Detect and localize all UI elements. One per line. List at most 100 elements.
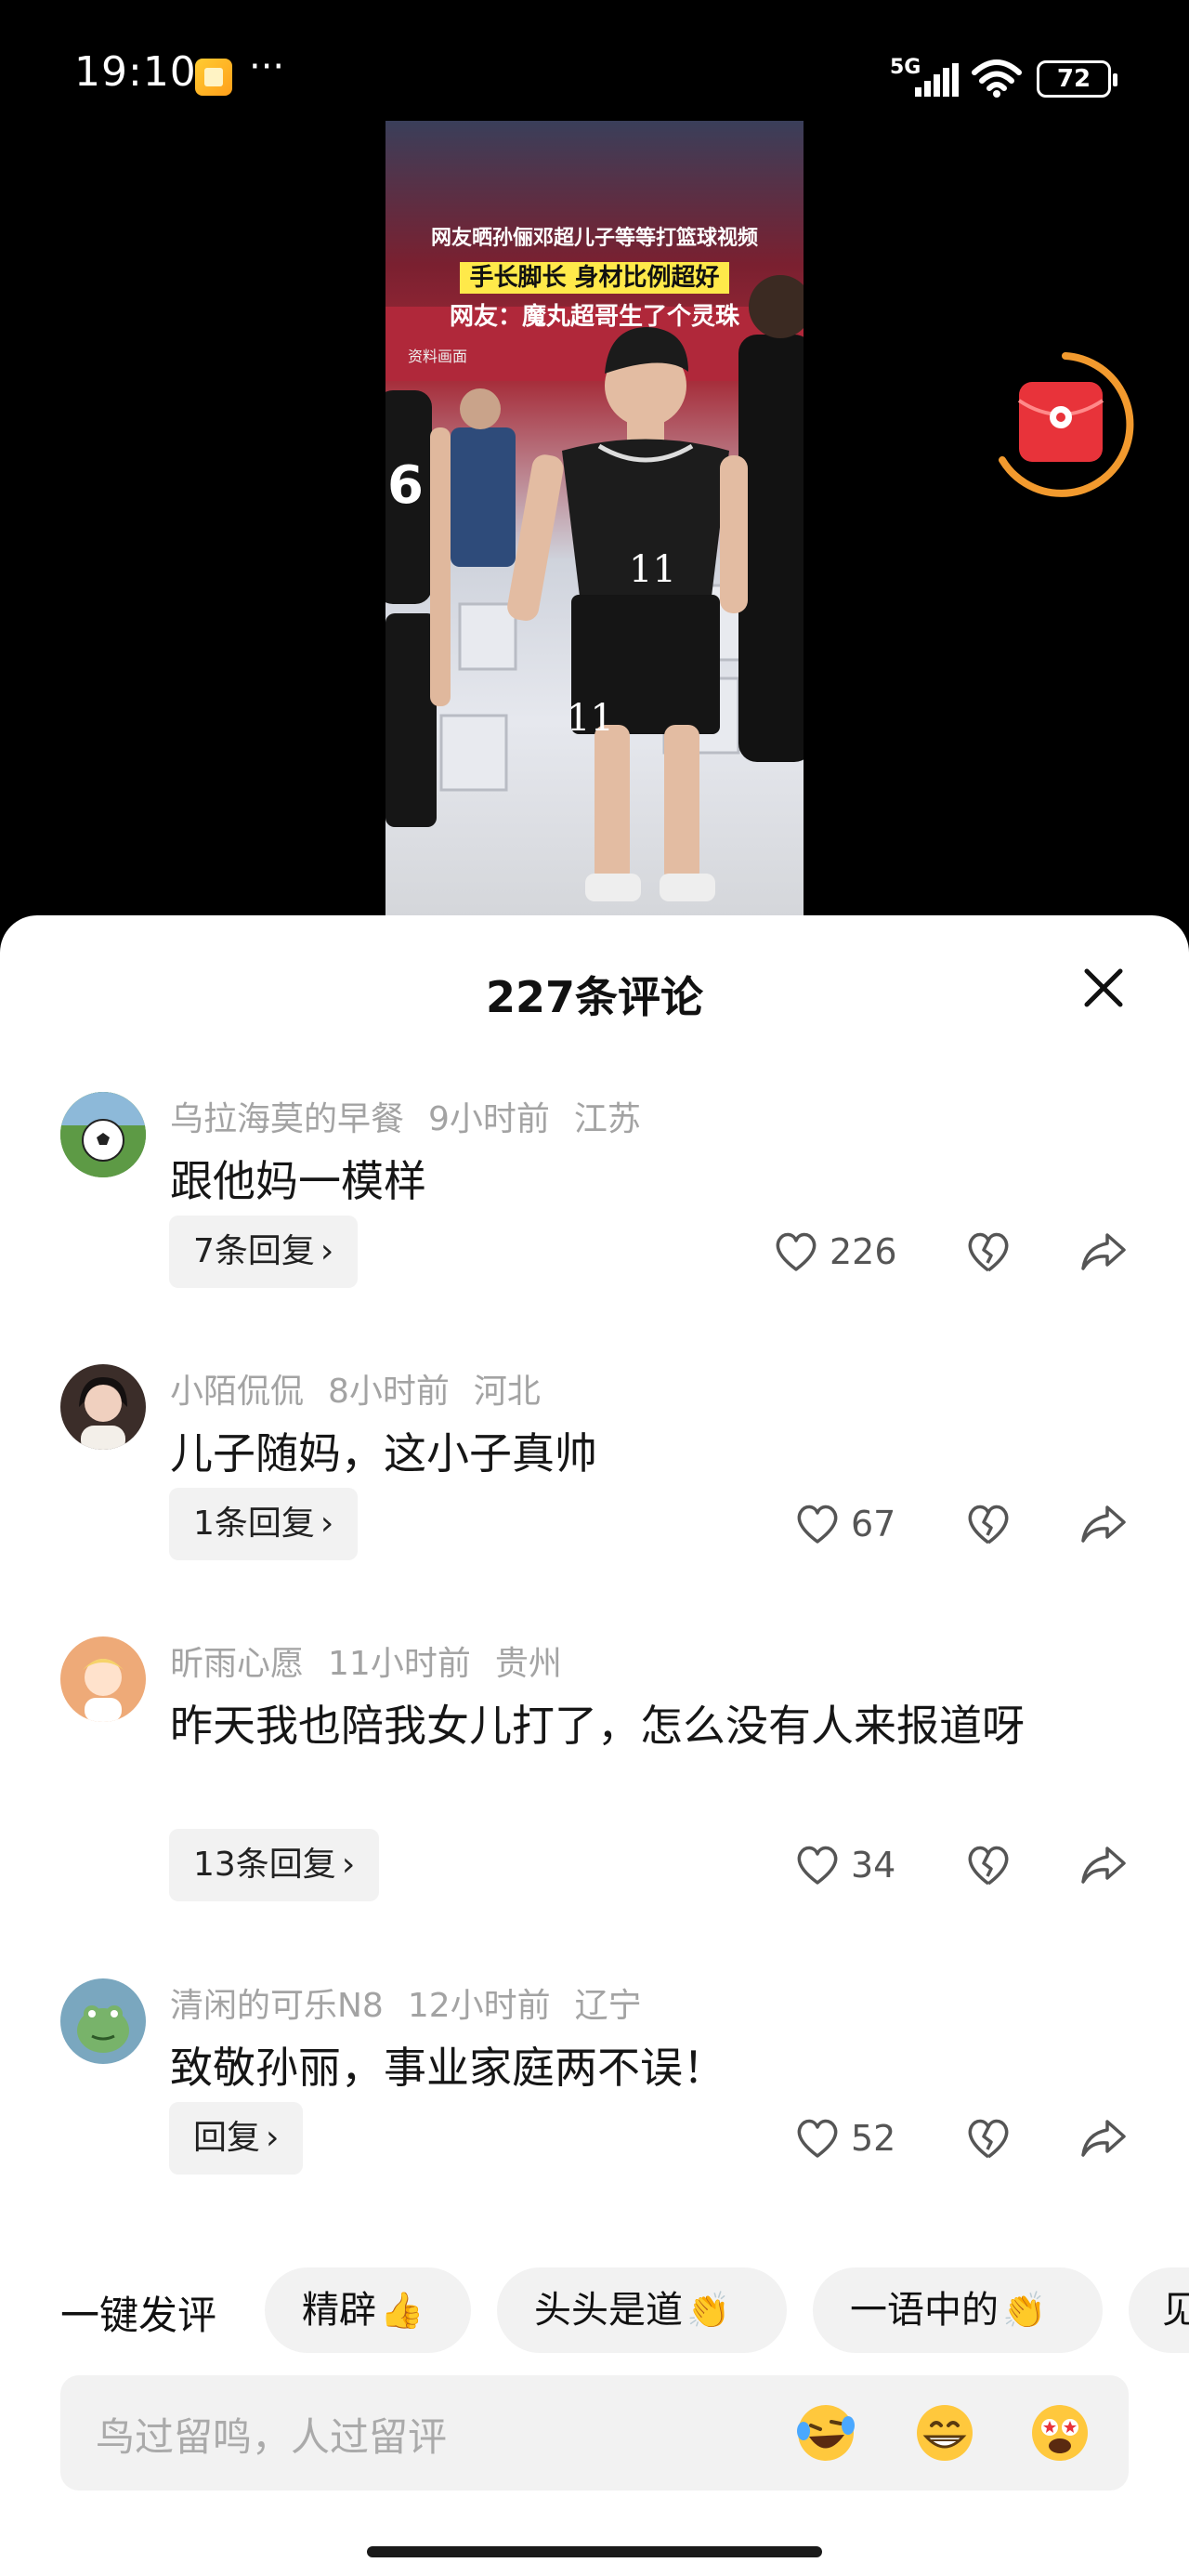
thumbs-up-icon: 👍 [380, 2290, 425, 2331]
comment-username[interactable]: 清闲的可乐N8 [170, 1987, 384, 2025]
video-player[interactable]: 网友晒孙俪邓超儿子等等打篮球视频 手长脚长 身材比例超好 网友：魔丸超哥生了个灵… [385, 121, 804, 920]
comment-time: 9小时前 [428, 1100, 550, 1138]
comment-time: 11小时前 [328, 1645, 471, 1683]
chip-text: 精辟 [302, 2289, 376, 2332]
comment-text[interactable]: 儿子随妈，这小子真帅 [170, 1418, 1108, 1489]
comment-username[interactable]: 小陌侃侃 [170, 1373, 304, 1411]
home-indicator[interactable] [367, 2546, 822, 2557]
share-icon[interactable] [1079, 1228, 1128, 1276]
heart-icon [797, 1505, 838, 1544]
comment-time: 12小时前 [407, 1987, 551, 2025]
heart-icon [797, 1846, 838, 1885]
comment-text[interactable]: 跟他妈一模样 [170, 1146, 1108, 1216]
heart-icon [797, 2119, 838, 2158]
replies-label: 回复 [193, 2119, 261, 2157]
battery-indicator: 72 [1037, 60, 1117, 98]
video-caption-line3: 网友：魔丸超哥生了个灵珠 [449, 303, 739, 331]
share-icon[interactable] [1079, 1500, 1128, 1548]
like-count: 226 [830, 1231, 897, 1272]
chevron-right-icon: › [320, 1232, 334, 1270]
jersey-number-center: 11 [629, 548, 676, 591]
avatar[interactable] [60, 1978, 146, 2064]
comments-count-title: 227条评论 [485, 972, 704, 1022]
comment-username[interactable]: 昕雨心愿 [170, 1645, 304, 1683]
chip-text: 头头是道 [534, 2289, 683, 2332]
star-eyes-emoji-icon[interactable] [1026, 2399, 1093, 2466]
notes-app-icon [195, 59, 232, 96]
wifi-icon [972, 59, 1022, 98]
comment-item: 小陌侃侃 8小时前 河北 儿子随妈，这小子真帅 1条回复 › 67 [0, 1364, 1189, 1615]
like-count: 52 [851, 2118, 896, 2159]
comment-time: 8小时前 [328, 1373, 450, 1411]
chip-text: 见 [1162, 2289, 1189, 2332]
comment-meta: 小陌侃侃 8小时前 河北 [170, 1364, 565, 1413]
clapping-hands-icon: 👏 [1002, 2290, 1047, 2331]
quick-reply-chip[interactable]: 见 [1129, 2267, 1189, 2353]
broken-heart-icon[interactable] [964, 1841, 1013, 1889]
view-replies-button[interactable]: 1条回复 › [169, 1488, 359, 1560]
soccer-ball-avatar-icon [60, 1092, 146, 1177]
quick-reply-chip[interactable]: 精辟 👍 [265, 2267, 471, 2353]
like-count: 34 [851, 1845, 896, 1886]
jersey-number-shorts: 11 [567, 697, 614, 740]
replies-label: 1条回复 [193, 1505, 315, 1543]
like-button[interactable]: 67 [795, 1496, 895, 1552]
chevron-right-icon: › [341, 1846, 356, 1884]
status-time: 19:10 [74, 48, 197, 96]
red-packet-icon[interactable] [989, 348, 1143, 502]
comment-item: 昕雨心愿 11小时前 贵州 昨天我也陪我女儿打了，怎么没有人来报道呀 13条回复 › … [0, 1636, 1189, 1952]
comment-meta: 乌拉海莫的早餐 9小时前 江苏 [170, 1092, 665, 1140]
comment-item: 乌拉海莫的早餐 9小时前 江苏 跟他妈一模样 7条回复 › 226 [0, 1092, 1189, 1343]
broken-heart-icon[interactable] [964, 1228, 1013, 1276]
broken-heart-icon[interactable] [964, 2114, 1013, 2162]
comment-meta: 昕雨心愿 11小时前 贵州 [170, 1636, 586, 1685]
share-icon[interactable] [1079, 1841, 1128, 1889]
comment-input-placeholder: 鸟过留鸣，人过留评 [96, 2414, 448, 2460]
like-button[interactable]: 52 [795, 2110, 895, 2166]
chevron-right-icon: › [266, 2119, 280, 2157]
share-icon[interactable] [1079, 2114, 1128, 2162]
quick-reply-label: 一键发评 [60, 2293, 217, 2338]
comment-meta: 清闲的可乐N8 12小时前 辽宁 [170, 1978, 666, 2027]
view-replies-button[interactable]: 7条回复 › [169, 1216, 359, 1288]
like-button[interactable]: 226 [774, 1224, 897, 1280]
frog-avatar-icon [60, 1978, 146, 2064]
video-caption-line2-text: 手长脚长 身材比例超好 [460, 262, 729, 294]
chevron-right-icon: › [320, 1505, 334, 1543]
avatar[interactable] [60, 1636, 146, 1722]
heart-icon [776, 1232, 817, 1271]
chip-text: 一语中的 [850, 2289, 999, 2332]
laugh-cry-emoji-icon[interactable] [792, 2399, 859, 2466]
comment-item: 清闲的可乐N8 12小时前 辽宁 致敬孙丽，事业家庭两不误！ 回复 › 52 [0, 1978, 1189, 2239]
video-source-tag: 资料画面 [408, 348, 468, 365]
clapping-hands-icon: 👏 [686, 2290, 731, 2331]
reply-button[interactable]: 回复 › [169, 2102, 304, 2175]
quick-reply-chip[interactable]: 一语中的 👏 [813, 2267, 1103, 2353]
comment-location: 河北 [473, 1373, 541, 1411]
broken-heart-icon[interactable] [964, 1500, 1013, 1548]
comment-location: 辽宁 [574, 1987, 642, 2025]
replies-label: 13条回复 [193, 1846, 336, 1884]
quick-reply-chip[interactable]: 头头是道 👏 [497, 2267, 787, 2353]
video-caption-line2: 手长脚长 身材比例超好 [385, 258, 804, 294]
comment-text[interactable]: 昨天我也陪我女儿打了，怎么没有人来报道呀 [170, 1690, 1108, 1761]
comment-input[interactable]: 鸟过留鸣，人过留评 [60, 2375, 1129, 2491]
avatar[interactable] [60, 1092, 146, 1177]
close-icon[interactable] [1078, 962, 1130, 1014]
like-button[interactable]: 34 [795, 1837, 895, 1893]
woman-portrait-avatar-icon [60, 1364, 146, 1450]
comment-location: 江苏 [573, 1100, 641, 1138]
cartoon-girl-avatar-icon [60, 1636, 146, 1722]
video-caption-line1: 网友晒孙俪邓超儿子等等打篮球视频 [430, 226, 758, 250]
quick-reply-bar: 一键发评 精辟 👍 头头是道 👏 一语中的 👏 见 [0, 2267, 1189, 2353]
avatar[interactable] [60, 1364, 146, 1450]
comment-location: 贵州 [494, 1645, 562, 1683]
view-replies-button[interactable]: 13条回复 › [169, 1829, 380, 1901]
comment-username[interactable]: 乌拉海莫的早餐 [170, 1100, 404, 1138]
replies-label: 7条回复 [193, 1232, 315, 1270]
signal-icon [915, 63, 959, 97]
more-notifications-icon: ··· [249, 46, 285, 88]
jersey-number-left: 6 [387, 455, 424, 516]
comment-text[interactable]: 致敬孙丽，事业家庭两不误！ [170, 2032, 1108, 2103]
grin-emoji-icon[interactable] [911, 2399, 978, 2466]
